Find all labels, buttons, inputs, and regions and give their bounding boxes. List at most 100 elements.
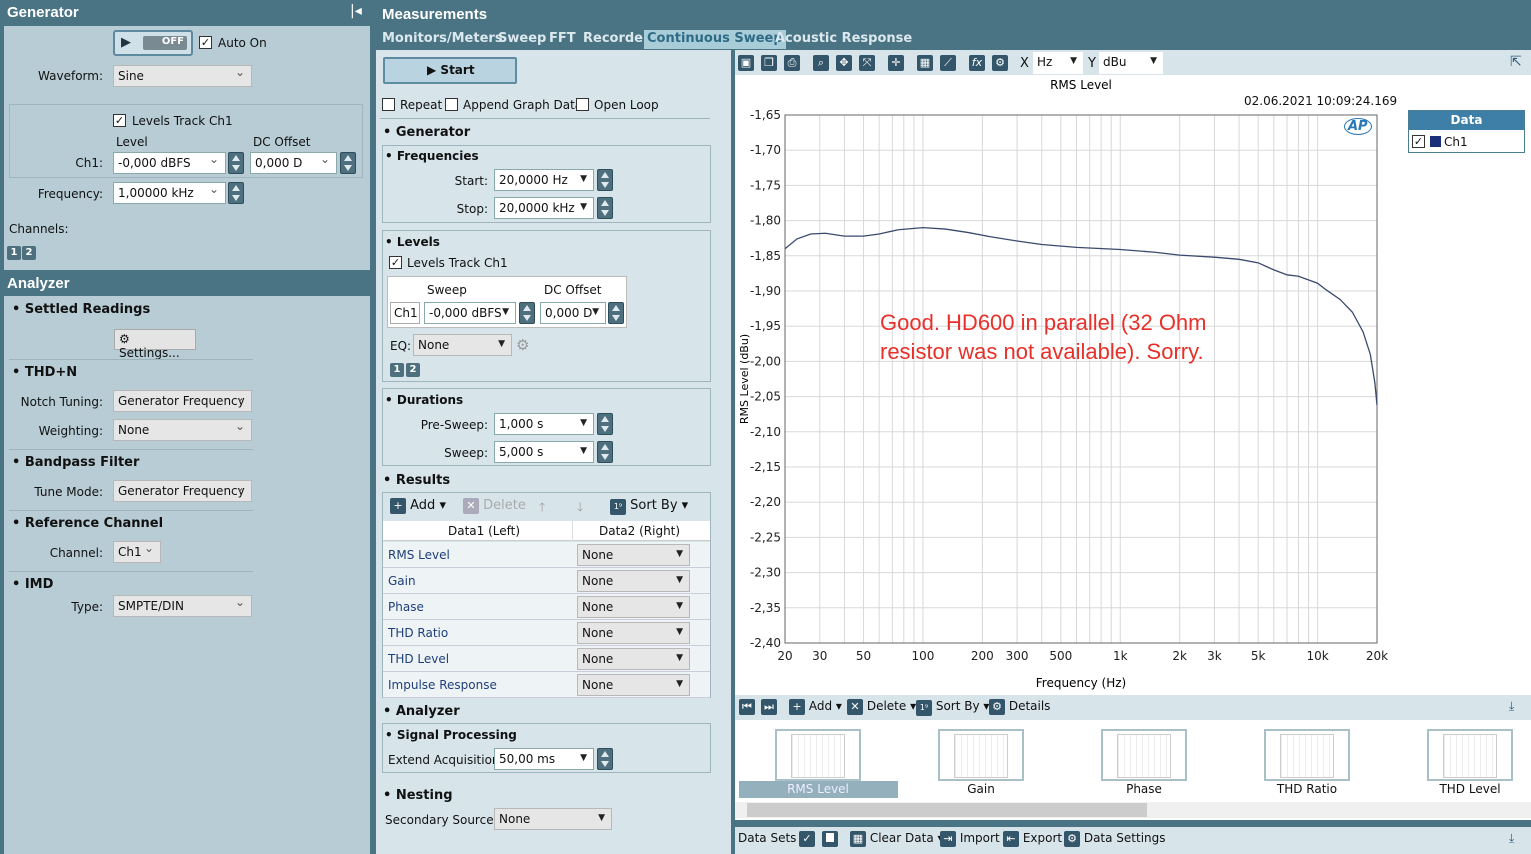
pan-icon[interactable]: ✥ [836, 55, 852, 71]
last-page-icon[interactable]: ⏭ [761, 699, 777, 715]
auto-on-checkbox[interactable]: ✓ [199, 36, 212, 49]
sweep-dc-stepper[interactable] [608, 302, 624, 324]
waveform-select[interactable]: Sine [113, 65, 252, 87]
import-button[interactable]: ⇥ Import [940, 831, 1000, 847]
x-tick-label: 20 [777, 649, 792, 663]
sweep-level-input[interactable]: -0,000 dBFS [424, 302, 516, 324]
frequency-input[interactable]: 1,00000 kHz [113, 182, 226, 204]
notch-tuning-select[interactable]: Generator Frequency [113, 390, 252, 412]
tab-sweep[interactable]: Sweep [495, 30, 549, 49]
frequency-stepper[interactable] [228, 182, 244, 204]
open-loop-checkbox[interactable] [576, 98, 589, 111]
sweep-dc-input[interactable]: 0,000 D [540, 302, 606, 324]
function-icon[interactable]: fx [969, 55, 985, 71]
results-delete-button[interactable]: ✕ Delete [463, 498, 526, 514]
result-data2-select[interactable]: None [577, 570, 690, 592]
thumbnail-scrollbar[interactable] [735, 802, 1531, 818]
level-input[interactable]: -0,000 dBFS [113, 152, 226, 174]
pages-details-button[interactable]: ⚙ Details [989, 699, 1050, 715]
tab-acoustic-response[interactable]: Acoustic Response [772, 30, 915, 49]
stop-frequency-stepper[interactable] [597, 197, 613, 219]
tune-mode-select[interactable]: Generator Frequency [113, 480, 252, 502]
extend-acquisition-stepper[interactable] [597, 748, 613, 770]
sweep-levels-track-checkbox[interactable]: ✓ [389, 256, 402, 269]
copy-icon[interactable]: ❐ [761, 55, 777, 71]
result-data2-select[interactable]: None [577, 622, 690, 644]
append-checkbox[interactable] [445, 98, 458, 111]
weighting-select[interactable]: None [113, 419, 252, 441]
dc-offset-input[interactable]: 0,000 D [250, 152, 337, 174]
first-page-icon[interactable]: ⏮ [739, 699, 755, 715]
tab-monitors-meters[interactable]: Monitors/Meters [379, 30, 506, 49]
move-down-button[interactable]: 🡓 [577, 498, 583, 519]
channel-1-button[interactable]: 1 [7, 246, 21, 260]
datasets-collapse-icon[interactable]: ⤓ [1509, 831, 1514, 846]
start-frequency-stepper[interactable] [597, 169, 613, 191]
graph-type-icon[interactable]: ⟋ [940, 55, 956, 71]
settings-button[interactable]: ⚙ Settings... [114, 329, 196, 360]
result-data2-select[interactable]: None [577, 674, 690, 696]
popout-icon[interactable]: ⇱ [1510, 54, 1522, 70]
save-icon[interactable]: ▣ [738, 55, 754, 71]
thumb-gain[interactable] [938, 729, 1024, 781]
x-unit-select[interactable]: Hz [1033, 52, 1083, 74]
sweep-duration-input[interactable]: 5,000 s [494, 441, 594, 463]
pin-icon[interactable]: |◂ [350, 3, 362, 19]
sweep-level-stepper[interactable] [519, 302, 535, 324]
tab-continuous-sweep[interactable]: Continuous Sweep [644, 30, 786, 49]
cursor-icon[interactable]: ✛ [888, 55, 904, 71]
thumb-label: Phase [1126, 782, 1162, 796]
fit-icon[interactable]: ⤧ [859, 55, 875, 71]
pre-sweep-stepper[interactable] [597, 413, 613, 435]
stop-frequency-input[interactable]: 20,0000 kHz [494, 197, 594, 219]
print-icon[interactable]: ⎙ [784, 55, 800, 71]
table-icon[interactable]: ▦ [917, 55, 933, 71]
data-settings-button[interactable]: ⚙ Data Settings [1064, 831, 1166, 847]
sweep-duration-stepper[interactable] [597, 441, 613, 463]
pages-delete-button[interactable]: ✕ Delete ▾ [847, 699, 916, 715]
thdn-heading: • THD+N [12, 365, 78, 380]
check-all-icon[interactable]: ✓ [799, 831, 815, 847]
channel-select[interactable]: Ch1 [113, 541, 161, 563]
uncheck-all-icon[interactable] [822, 831, 838, 847]
gear-icon[interactable]: ⚙ [992, 55, 1008, 71]
zoom-icon[interactable]: ⌕ [813, 55, 829, 71]
y-unit-select[interactable]: dBu [1099, 52, 1163, 74]
thumb-phase[interactable] [1101, 729, 1187, 781]
start-button[interactable]: ▶ Start [383, 57, 517, 84]
thumb-thd-level[interactable] [1427, 729, 1513, 781]
collapse-icon[interactable]: ⤓ [1509, 699, 1514, 714]
pages-add-button[interactable]: + Add ▾ [789, 699, 842, 715]
results-add-button[interactable]: + Add ▾ [390, 498, 446, 514]
clear-data-button[interactable]: ▦ Clear Data ▾ [850, 831, 944, 847]
export-button[interactable]: ⇤ Export [1003, 831, 1062, 847]
result-data2-select[interactable]: None [577, 648, 690, 670]
x-tick-label: 3k [1207, 649, 1222, 663]
imd-type-select[interactable]: SMPTE/DIN [113, 595, 252, 617]
eq-settings-icon[interactable]: ⚙ [516, 336, 529, 354]
sweep-channel-2-button[interactable]: 2 [406, 363, 420, 377]
pre-sweep-input[interactable]: 1,000 s [494, 413, 594, 435]
extend-acquisition-input[interactable]: 50,00 ms [494, 748, 594, 770]
secondary-source-select[interactable]: None [494, 808, 612, 830]
move-up-button[interactable]: 🡑 [539, 498, 545, 519]
result-data2-select[interactable]: None [577, 596, 690, 618]
thumb-rms-level[interactable] [775, 729, 861, 781]
levels-track-checkbox[interactable]: ✓ [113, 114, 126, 127]
tab-recorder[interactable]: Recorder [580, 30, 652, 49]
channel-2-button[interactable]: 2 [22, 246, 36, 260]
tab-fft[interactable]: FFT [546, 30, 579, 49]
pages-sort-button[interactable]: 1⁹ Sort By ▾ [916, 699, 989, 716]
level-stepper[interactable] [228, 152, 244, 174]
start-frequency-input[interactable]: 20,0000 Hz [494, 169, 594, 191]
dc-offset-stepper[interactable] [340, 152, 356, 174]
thumb-thd-ratio[interactable] [1264, 729, 1350, 781]
generator-title: Generator [7, 4, 79, 21]
eq-select[interactable]: None [413, 334, 512, 356]
sweep-channel-1-button[interactable]: 1 [390, 363, 404, 377]
legend-ch1-checkbox[interactable]: ✓ [1412, 135, 1425, 148]
repeat-checkbox[interactable] [382, 98, 395, 111]
generator-output-button[interactable]: ▶ OFF [113, 30, 193, 56]
result-data2-select[interactable]: None [577, 544, 690, 566]
results-sort-button[interactable]: 1⁹ Sort By ▾ [610, 498, 688, 515]
